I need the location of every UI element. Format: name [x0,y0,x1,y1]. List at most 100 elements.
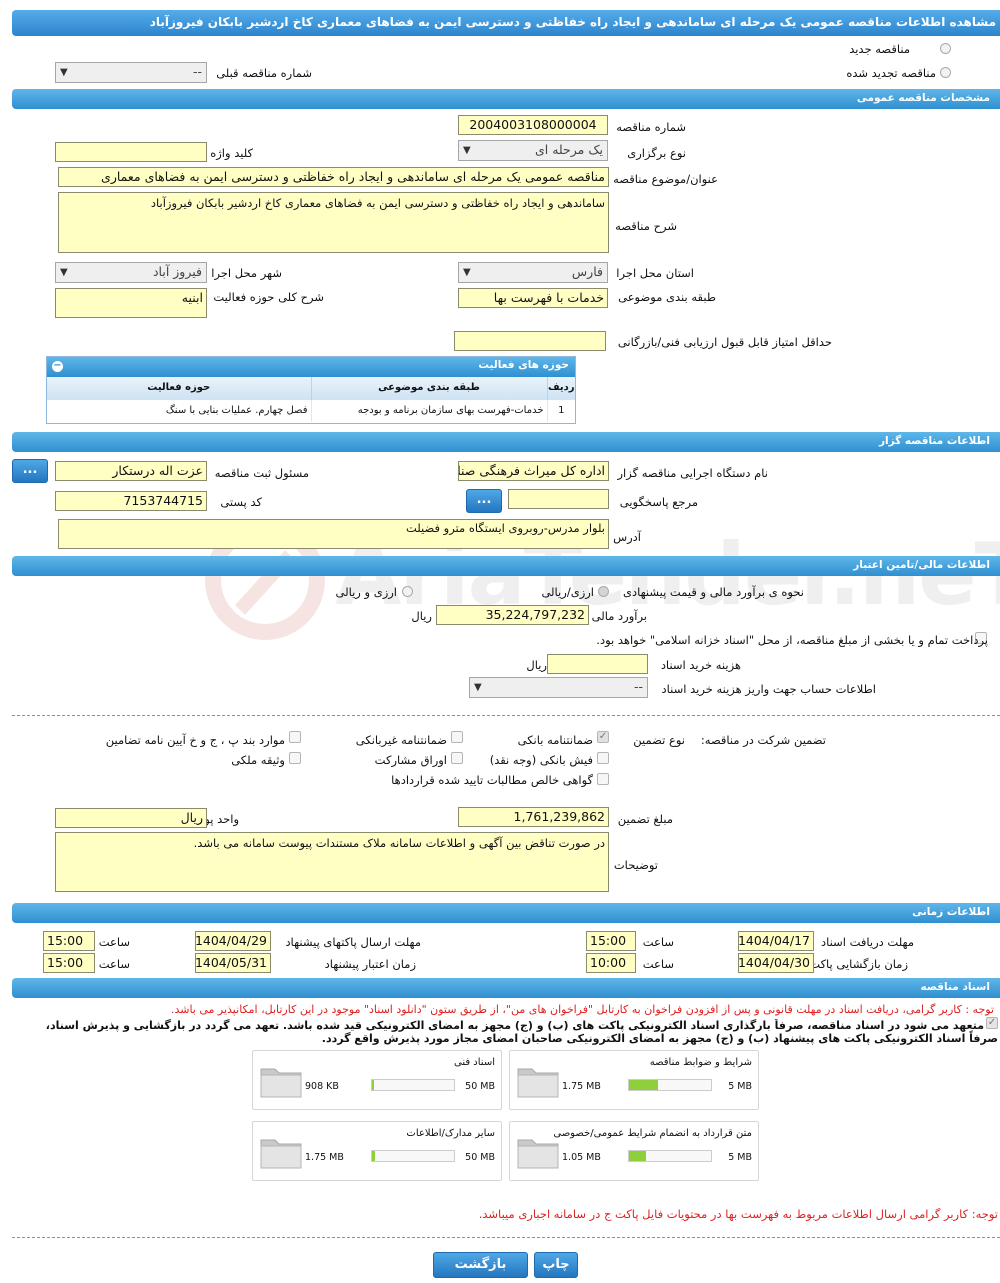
collapse-icon[interactable]: − [52,361,63,372]
activity-panel: حوزه های فعالیت − ردیف طبقه بندی موضوعی … [46,356,576,424]
ppj-checkbox[interactable] [289,731,301,743]
file-size-fill [629,1080,658,1090]
activity-title: حوزه های فعالیت [478,359,569,371]
min-score-label: حداقل امتیاز قابل قبول ارزیابی فنی/بازرگ… [617,335,832,349]
doc-deadline-date[interactable]: 1404/04/17 [738,931,814,951]
docs-note-2: توجه: کاربر گرامی ارسال اطلاعات مربوط به… [478,1207,998,1221]
validity-time[interactable]: 15:00 [43,953,95,973]
validity-label: زمان اعتبار پیشنهاد [324,957,416,971]
doc-cost-unit: ریال [526,658,547,672]
category-field[interactable]: خدمات با فهرست بها [458,288,608,308]
nonbank-checkbox[interactable] [451,731,463,743]
col-area: حوزه فعالیت [147,382,211,394]
agency-field[interactable]: اداره کل میراث فرهنگی صنایع [458,461,609,481]
prev-number-select[interactable]: -- ▼ [55,62,207,83]
opening-date[interactable]: 1404/04/30 [738,953,814,973]
cash-checkbox[interactable] [597,752,609,764]
number-field[interactable]: 2004003108000004 [458,115,608,135]
province-label: استان محل اجرا [616,266,694,280]
opt1-radio[interactable] [598,586,609,597]
org-header: اطلاعات مناقصه گزار [12,432,1000,452]
new-tender-radio[interactable] [940,43,951,54]
address-field[interactable]: بلوار مدرس-روبروی ایستگاه مترو فضیلت [58,519,609,549]
col-row: ردیف [546,377,575,399]
table-row[interactable]: 1 خدمات-فهرست بهای سازمان برنامه و بودجه… [47,399,575,422]
doc-deadline-time[interactable]: 15:00 [586,931,636,951]
commit-checkbox[interactable]: ✓ [986,1017,998,1029]
renewed-tender-radio[interactable] [940,67,951,78]
file-size-fill [372,1151,375,1161]
print-button[interactable]: چاپ [534,1252,578,1278]
prev-number-value: -- [192,64,202,79]
subject-label: عنوان/موضوع مناقصه [613,172,718,186]
bonds-label: اوراق مشارکت [374,753,447,767]
divider [12,715,1000,716]
folder-icon [517,1139,559,1169]
method-label: نحوه ی برآورد مالی و قیمت پیشنهادی [622,585,804,599]
chevron-down-icon: ▼ [60,67,68,78]
address-label: آدرس [613,530,641,544]
guarantee-type-label: نوع تضمین [633,733,685,747]
docs-header: اسناد مناقصه [12,978,1000,998]
city-select[interactable]: فیروز آباد ▼ [55,262,207,283]
subject-field[interactable]: مناقصه عمومی یک مرحله ای ساماندهی و ایجا… [58,167,609,187]
file-size-fill [629,1151,647,1161]
back-button[interactable]: بازگشت [433,1252,528,1278]
chevron-down-icon: ▼ [60,267,68,278]
currency-field[interactable]: ریال [55,808,207,828]
commit-line-1: متعهد می شود در اسناد مناقصه، صرفاً بارگ… [45,1019,984,1032]
doc-cost-field[interactable] [547,654,648,674]
opt2-radio[interactable] [402,586,413,597]
registrar-label: مسئول ثبت مناقصه [214,466,309,480]
time-label: ساعت [642,935,674,949]
ppj-label: موارد بند پ ، ج و خ آیین نامه تضامین [105,733,285,747]
file-size-fill [372,1080,374,1090]
submit-deadline-time[interactable]: 15:00 [43,931,95,951]
province-select[interactable]: فارس ▼ [458,262,608,283]
validity-date[interactable]: 1404/05/31 [195,953,271,973]
file-max: 50 MB [465,1081,495,1092]
amount-field[interactable]: 1,761,239,862 [458,807,609,827]
file-name: سایر مدارک/اطلاعات [406,1128,495,1139]
docs-note-1: توجه : کاربر گرامی، دریافت اسناد در مهلت… [170,1003,994,1016]
folder-icon [260,1068,302,1098]
bank-checkbox[interactable]: ✓ [597,731,609,743]
submit-deadline-date[interactable]: 1404/04/29 [195,931,271,951]
property-checkbox[interactable] [289,752,301,764]
scope-field[interactable]: ابنیه [55,288,207,318]
file-card[interactable]: سایر مدارک/اطلاعات 1.75 MB 50 MB [252,1121,502,1181]
file-card[interactable]: متن قرارداد به انضمام شرایط عمومی/خصوصی … [509,1121,759,1181]
renewed-tender-label: مناقصه تجدید شده [846,66,936,80]
desc-field[interactable]: ساماندهی و ایجاد راه خفاظتی و دسترسی ایم… [58,192,609,253]
bonds-checkbox[interactable] [451,752,463,764]
city-value: فیروز آباد [152,264,202,279]
city-label: شهر محل اجرا [211,266,282,280]
postal-field[interactable]: 7153744715 [55,491,207,511]
chevron-down-icon: ▼ [474,682,482,693]
notes-field[interactable]: در صورت تناقض بین آگهی و اطلاعات سامانه … [55,832,609,892]
ref-field[interactable] [508,489,609,509]
file-size-bar [628,1079,712,1091]
opening-time[interactable]: 10:00 [586,953,636,973]
divider [12,1237,1000,1238]
estimate-field[interactable]: 35,224,797,232 [436,605,589,625]
keyword-field[interactable] [55,142,207,162]
notes-label: توضیحات [613,858,658,872]
scope-label: شرح کلی حوزه فعالیت [213,290,324,304]
registrar-field[interactable]: عزت اله درستکار [55,461,207,481]
keyword-label: کلید واژه [210,146,253,160]
ref-lookup-button[interactable]: ... [466,489,502,513]
activity-panel-header: حوزه های فعالیت − [47,357,575,377]
file-card[interactable]: شرایط و ضوابط مناقصه 1.75 MB 5 MB [509,1050,759,1110]
file-card[interactable]: اسناد فنی 908 KB 50 MB [252,1050,502,1110]
min-score-field[interactable] [454,331,606,351]
account-select[interactable]: -- ▼ [469,677,648,698]
timing-header: اطلاعات زمانی [12,903,1000,923]
type-select[interactable]: یک مرحله ای ▼ [458,140,608,161]
receivables-checkbox[interactable] [597,773,609,785]
amount-label: مبلغ تضمین [617,812,673,826]
time-label: ساعت [642,957,674,971]
registrar-lookup-button[interactable]: ... [12,459,48,483]
col-cat: طبقه بندی موضوعی [310,377,547,399]
general-header: مشخصات مناقصه عمومی [12,89,1000,109]
